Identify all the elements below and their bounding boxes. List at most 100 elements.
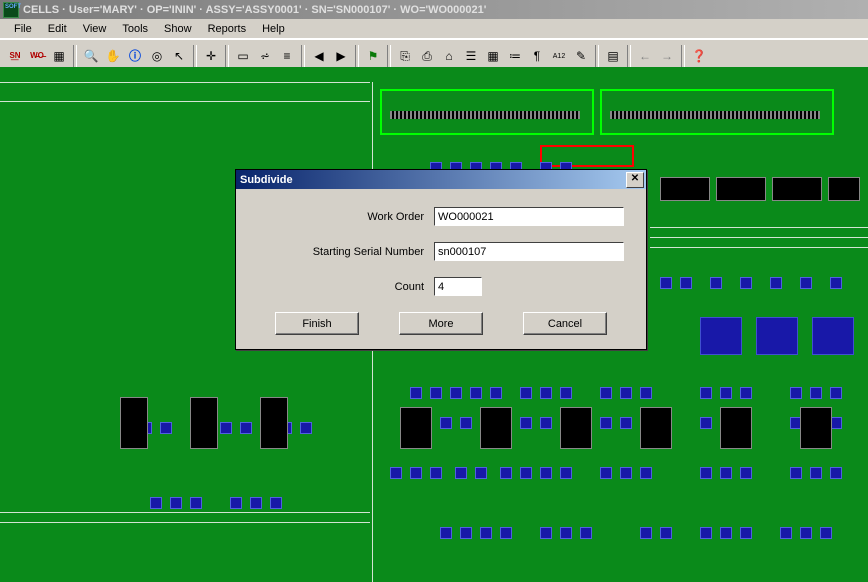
a12-icon[interactable]: A12 bbox=[548, 45, 570, 67]
tool-c-icon-glyph: ⌂ bbox=[445, 50, 452, 62]
calendar-icon[interactable]: ▤ bbox=[602, 45, 624, 67]
count-input[interactable] bbox=[434, 277, 482, 296]
pcb-component bbox=[560, 527, 572, 539]
grid-icon-glyph: ▦ bbox=[487, 50, 498, 62]
pcb-component bbox=[710, 277, 722, 289]
tool-d-icon[interactable]: ☰ bbox=[460, 45, 482, 67]
help-icon[interactable]: ❓ bbox=[688, 45, 710, 67]
info-icon-glyph: ⓘ bbox=[129, 50, 141, 62]
help-icon-glyph: ❓ bbox=[692, 50, 707, 62]
ic-chip bbox=[772, 177, 822, 201]
zoom-icon[interactable]: 🔍 bbox=[80, 45, 102, 67]
pcb-component bbox=[150, 497, 162, 509]
crosshair-icon-glyph: ✛ bbox=[206, 50, 216, 62]
layer2-icon-glyph: ⩫ bbox=[260, 50, 270, 62]
starting-sn-label: Starting Serial Number bbox=[254, 246, 434, 258]
menu-view[interactable]: View bbox=[75, 21, 115, 37]
ic-chip bbox=[720, 407, 752, 449]
pcb-component bbox=[740, 277, 752, 289]
layer1-icon[interactable]: ▭ bbox=[232, 45, 254, 67]
pcb-component bbox=[500, 467, 512, 479]
key-icon-glyph: ¶ bbox=[534, 50, 540, 62]
layer2-icon[interactable]: ⩫ bbox=[254, 45, 276, 67]
pcb-component bbox=[160, 422, 172, 434]
dialog-title-bar[interactable]: Subdivide ✕ bbox=[236, 170, 646, 189]
ic-chip bbox=[828, 177, 860, 201]
key-icon[interactable]: ¶ bbox=[526, 45, 548, 67]
pcb-component bbox=[460, 417, 472, 429]
tool-c-icon[interactable]: ⌂ bbox=[438, 45, 460, 67]
hand-icon[interactable]: ✋ bbox=[102, 45, 124, 67]
menu-edit[interactable]: Edit bbox=[40, 21, 75, 37]
toolbar-separator bbox=[73, 45, 77, 67]
pcb-component bbox=[190, 497, 202, 509]
target-icon[interactable]: ◎ bbox=[146, 45, 168, 67]
pcb-component bbox=[410, 467, 422, 479]
tool-a-icon-glyph: ⎘ bbox=[400, 50, 410, 62]
arrow-icon[interactable]: ↖ bbox=[168, 45, 190, 67]
pcb-component bbox=[700, 417, 712, 429]
pcb-component bbox=[620, 467, 632, 479]
starting-sn-input[interactable] bbox=[434, 242, 624, 261]
sn-icon[interactable]: S͟N bbox=[4, 45, 26, 67]
pcb-component bbox=[600, 417, 612, 429]
toolbar-separator bbox=[627, 45, 631, 67]
menu-bar: FileEditViewToolsShowReportsHelp bbox=[0, 19, 868, 39]
subdivide-dialog: Subdivide ✕ Work Order Starting Serial N… bbox=[235, 169, 647, 350]
flag-icon[interactable]: ⚑ bbox=[362, 45, 384, 67]
ic-chip bbox=[660, 177, 710, 201]
toolbar-separator bbox=[301, 45, 305, 67]
props-icon[interactable]: ≔ bbox=[504, 45, 526, 67]
pcb-component bbox=[430, 467, 442, 479]
pcb-trace bbox=[650, 237, 868, 238]
pcb-component bbox=[770, 277, 782, 289]
pcb-component bbox=[440, 417, 452, 429]
ic-chip bbox=[120, 397, 148, 449]
menu-show[interactable]: Show bbox=[156, 21, 200, 37]
prev-icon[interactable]: ◀ bbox=[308, 45, 330, 67]
pcb-component bbox=[660, 277, 672, 289]
ic-chip bbox=[716, 177, 766, 201]
menu-tools[interactable]: Tools bbox=[114, 21, 156, 37]
finish-button[interactable]: Finish bbox=[275, 312, 359, 335]
pcb-component bbox=[640, 527, 652, 539]
pcb-trace bbox=[0, 512, 370, 513]
more-button[interactable]: More bbox=[399, 312, 483, 335]
pcb-component bbox=[640, 387, 652, 399]
back-icon[interactable]: ← bbox=[634, 45, 656, 67]
pcb-component bbox=[480, 527, 492, 539]
list-icon[interactable]: ▦ bbox=[48, 45, 70, 67]
pcb-component bbox=[830, 277, 842, 289]
work-order-input[interactable] bbox=[434, 207, 624, 226]
a12-icon-glyph: A12 bbox=[553, 53, 565, 60]
menu-file[interactable]: File bbox=[6, 21, 40, 37]
wo-icon-glyph: W̶O̶ bbox=[30, 52, 44, 60]
pcb-component bbox=[700, 387, 712, 399]
tool-b-icon[interactable]: ⎙ bbox=[416, 45, 438, 67]
note-icon[interactable]: ✎ bbox=[570, 45, 592, 67]
wo-icon[interactable]: W̶O̶ bbox=[26, 45, 48, 67]
pcb-component bbox=[830, 467, 842, 479]
pcb-component bbox=[810, 387, 822, 399]
cancel-button[interactable]: Cancel bbox=[523, 312, 607, 335]
menu-help[interactable]: Help bbox=[254, 21, 293, 37]
pcb-component bbox=[540, 527, 552, 539]
pcb-component bbox=[780, 527, 792, 539]
next-icon[interactable]: ▶ bbox=[330, 45, 352, 67]
pcb-component bbox=[220, 422, 232, 434]
tool-a-icon[interactable]: ⎘ bbox=[394, 45, 416, 67]
pcb-component bbox=[640, 467, 652, 479]
info-icon[interactable]: ⓘ bbox=[124, 45, 146, 67]
layer3-icon[interactable]: ≡ bbox=[276, 45, 298, 67]
grid-icon[interactable]: ▦ bbox=[482, 45, 504, 67]
pcb-trace bbox=[650, 247, 868, 248]
crosshair-icon[interactable]: ✛ bbox=[200, 45, 222, 67]
pcb-component bbox=[520, 467, 532, 479]
next-icon-glyph: ▶ bbox=[336, 50, 345, 62]
close-icon[interactable]: ✕ bbox=[626, 172, 644, 188]
props-icon-glyph: ≔ bbox=[509, 50, 521, 62]
forward-icon[interactable]: → bbox=[656, 45, 678, 67]
pcb-component bbox=[800, 277, 812, 289]
toolbar-separator bbox=[193, 45, 197, 67]
menu-reports[interactable]: Reports bbox=[200, 21, 255, 37]
